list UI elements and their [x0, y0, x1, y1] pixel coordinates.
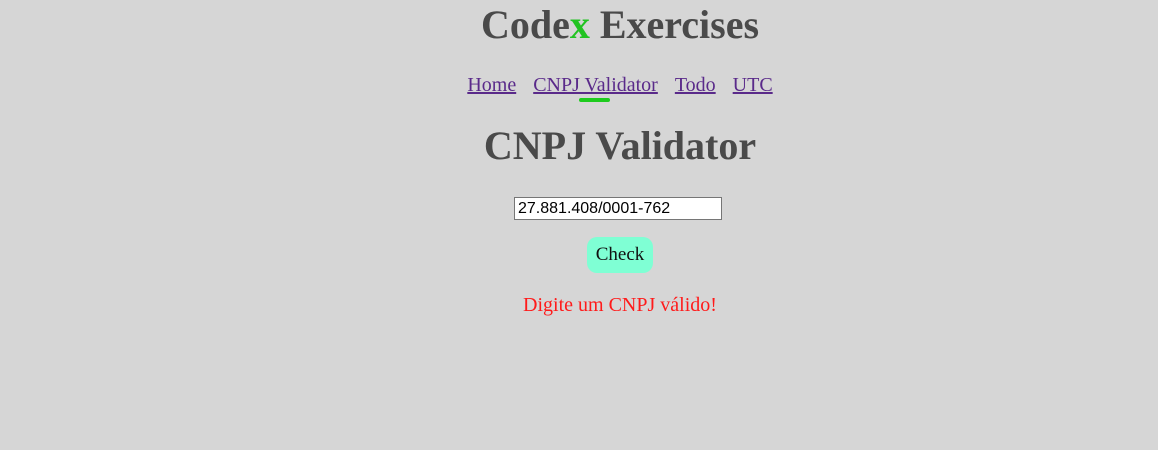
- error-message: Digite um CNPJ válido!: [523, 294, 717, 316]
- site-title-prefix: Code: [480, 2, 570, 47]
- nav-link-home[interactable]: Home: [467, 73, 516, 97]
- check-button[interactable]: Check: [587, 237, 653, 273]
- nav-link-cnpj-validator[interactable]: CNPJ Validator: [533, 73, 658, 102]
- page-title: CNPJ Validator: [483, 123, 757, 168]
- site-title: Codex Exercises: [0, 2, 1158, 48]
- cnpj-input[interactable]: [514, 197, 722, 220]
- nav-link-utc[interactable]: UTC: [733, 73, 773, 97]
- nav-link-todo[interactable]: Todo: [675, 73, 716, 97]
- site-title-suffix: Exercises: [589, 2, 760, 47]
- main-nav: Home CNPJ Validator Todo UTC: [0, 73, 1158, 102]
- site-title-accent: x: [569, 2, 590, 47]
